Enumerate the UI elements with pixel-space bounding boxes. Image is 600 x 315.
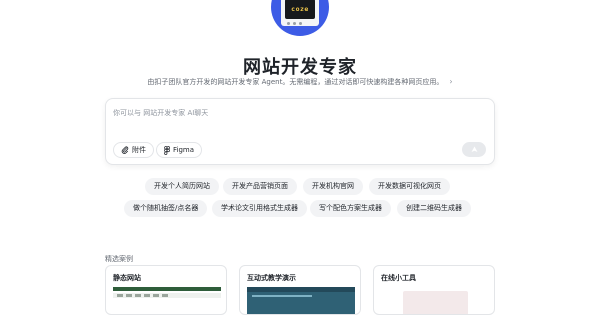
suggestion-chip[interactable]: 写个配色方案生成器 <box>310 200 391 217</box>
figma-label: Figma <box>173 146 195 154</box>
showcase-card-online-tools[interactable]: 在线小工具 <box>373 265 495 315</box>
chat-composer: 附件 Figma <box>105 98 495 165</box>
chevron-right-icon: › <box>449 77 453 86</box>
agent-description[interactable]: 由扣子团队官方开发的网站开发专家 Agent。无需编程，通过对话即可快速构建各种… <box>0 77 600 87</box>
card-title: 静态网站 <box>113 274 141 282</box>
logo-text: coze <box>291 5 309 13</box>
suggestion-chip[interactable]: 开发数据可视化网页 <box>369 178 450 195</box>
card-title: 互动式教学演示 <box>247 274 296 282</box>
suggestion-chip[interactable]: 开发机构官网 <box>303 178 363 195</box>
suggestion-chip[interactable]: 开发产品营销页面 <box>223 178 297 195</box>
figma-icon <box>164 145 170 155</box>
showcase-card-interactive-demo[interactable]: 互动式教学演示 <box>239 265 361 315</box>
page-title: 网站开发专家 <box>243 57 357 78</box>
agent-description-text: 由扣子团队官方开发的网站开发专家 Agent。无需编程，通过对话即可快速构建各种… <box>147 78 444 86</box>
suggestion-chip[interactable]: 创建二维码生成器 <box>397 200 471 217</box>
paperclip-icon <box>121 146 129 154</box>
card-thumbnail <box>247 287 355 314</box>
card-thumbnail <box>381 287 489 314</box>
showcase-section-label: 精选案例 <box>105 255 133 263</box>
suggestion-chip[interactable]: 做个随机抽签/点名器 <box>124 200 208 217</box>
figma-button[interactable]: Figma <box>156 142 203 158</box>
chat-input[interactable] <box>113 107 473 119</box>
card-title: 在线小工具 <box>381 274 416 282</box>
attachment-label: 附件 <box>132 146 146 154</box>
send-button[interactable] <box>462 142 486 157</box>
coze-logo-icon: coze <box>281 0 319 26</box>
attachment-button[interactable]: 附件 <box>113 142 154 158</box>
send-icon <box>471 146 477 152</box>
suggestion-chip[interactable]: 学术论文引用格式生成器 <box>212 200 307 217</box>
suggestion-chip[interactable]: 开发个人简历网站 <box>145 178 219 195</box>
showcase-card-static-site[interactable]: 静态网站 <box>105 265 227 315</box>
agent-avatar: coze <box>271 0 329 36</box>
card-thumbnail <box>113 287 221 314</box>
